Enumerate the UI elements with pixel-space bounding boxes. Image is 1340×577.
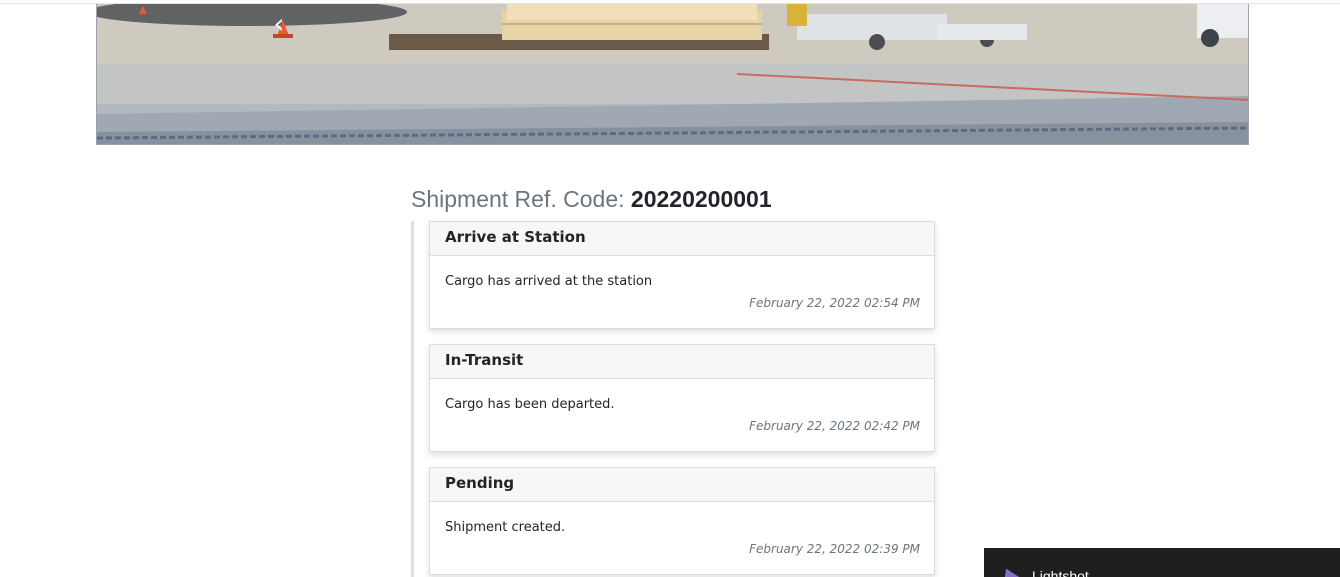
- timeline-card-timestamp: February 22, 2022 02:39 PM: [749, 542, 920, 556]
- shipment-timeline: Arrive at Station Cargo has arrived at t…: [411, 221, 935, 577]
- shipment-ref-heading: Shipment Ref. Code: 20220200001: [411, 186, 772, 213]
- timeline-card-timestamp: February 22, 2022 02:42 PM: [749, 419, 920, 433]
- timeline-card: Pending Shipment created. February 22, 2…: [429, 467, 935, 575]
- timeline-card-message: Cargo has arrived at the station: [445, 274, 653, 289]
- timeline-card: In-Transit Cargo has been departed. Febr…: [429, 344, 935, 452]
- timeline-card-status: In-Transit: [430, 345, 934, 379]
- carousel-next-button[interactable]: ›: [1247, 10, 1248, 38]
- timeline-card-message: Shipment created.: [445, 520, 566, 535]
- feather-icon: [997, 564, 1021, 577]
- timeline-card-status: Arrive at Station: [430, 222, 934, 256]
- timeline-card-body: Cargo has been departed. February 22, 20…: [430, 379, 934, 451]
- timeline-card-status: Pending: [430, 468, 934, 502]
- lightshot-popup[interactable]: Lightshot: [984, 548, 1340, 577]
- timeline-card-body: Cargo has arrived at the station Februar…: [430, 256, 934, 328]
- carousel-prev-button[interactable]: ‹: [267, 10, 291, 38]
- timeline-card: Arrive at Station Cargo has arrived at t…: [429, 221, 935, 329]
- shipment-ref-code: 20220200001: [630, 186, 772, 212]
- timeline-card-message: Cargo has been departed.: [445, 397, 615, 412]
- hero-carousel: ‹ ›: [96, 4, 1249, 145]
- shipment-ref-label: Shipment Ref. Code:: [411, 186, 625, 212]
- timeline-card-body: Shipment created. February 22, 2022 02:3…: [430, 502, 934, 574]
- chevron-left-icon: ‹: [273, 7, 285, 40]
- timeline-card-timestamp: February 22, 2022 02:54 PM: [749, 296, 920, 310]
- lightshot-title: Lightshot: [1032, 568, 1089, 577]
